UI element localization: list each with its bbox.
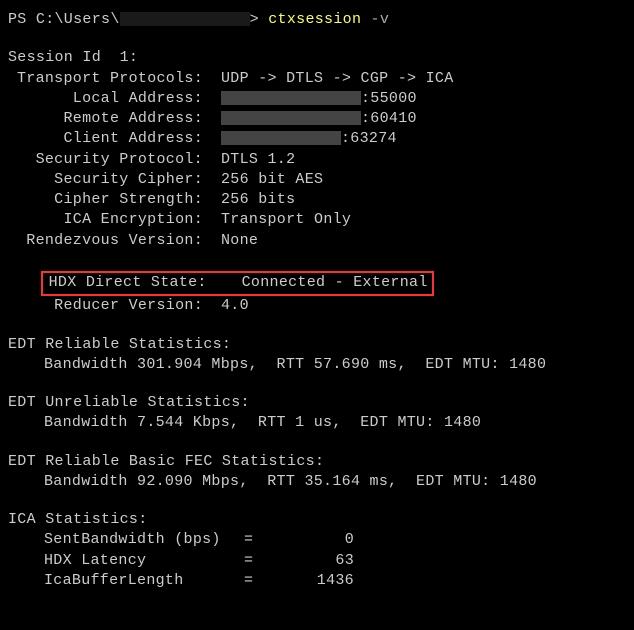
row-label: Remote Address: [8,109,203,129]
command-name: ctxsession [268,11,361,28]
port-value: :55000 [361,90,417,107]
row-label: Reducer Version: [8,296,203,316]
row-label: HDX Direct State: [49,273,224,293]
session-row: Transport Protocols:UDP -> DTLS -> CGP -… [8,69,626,89]
ps-prefix: PS C:\Users\ [8,11,120,28]
ica-stat-row: SentBandwidth (bps)=0 [8,530,626,550]
ica-title: ICA Statistics: [8,510,626,530]
session-row: Security Cipher:256 bit AES [8,170,626,190]
port-value: :63274 [341,130,397,147]
row-label: Local Address: [8,89,203,109]
prompt-carrot: > [250,11,269,28]
row-value: 256 bit AES [203,170,323,190]
session-id-header: Session Id 1: [8,48,626,68]
equals-sign: = [244,530,284,550]
ica-stat-row: HDX Latency=63 [8,551,626,571]
session-row: ICA Encryption:Transport Only [8,210,626,230]
row-value: :60410 [203,109,417,129]
stat-label: HDX Latency [44,551,244,571]
highlight-box: HDX Direct State:Connected - External [41,271,434,296]
stat-label: SentBandwidth (bps) [44,530,244,550]
stat-value: 0 [284,530,354,550]
stat-value: 63 [284,551,354,571]
row-value: 4.0 [203,296,249,316]
session-row: Security Protocol:DTLS 1.2 [8,150,626,170]
redacted-address [221,111,361,125]
row-value: :55000 [203,89,417,109]
command-prompt: PS C:\Users\ > ctxsession -v [8,10,626,30]
row-label: ICA Encryption: [8,210,203,230]
row-label: Security Cipher: [8,170,203,190]
row-label: Security Protocol: [8,150,203,170]
row-value: None [203,231,258,251]
edt-fec-title: EDT Reliable Basic FEC Statistics: [8,452,626,472]
edt-reliable-line: Bandwidth 301.904 Mbps, RTT 57.690 ms, E… [8,355,626,375]
redacted-username [120,12,250,26]
edt-fec-line: Bandwidth 92.090 Mbps, RTT 35.164 ms, ED… [8,472,626,492]
redacted-address [221,131,341,145]
session-row: Cipher Strength:256 bits [8,190,626,210]
command-flag: -v [361,11,389,28]
row-label: Rendezvous Version: [8,231,203,251]
equals-sign: = [244,571,284,591]
row-value: Transport Only [203,210,351,230]
port-value: :60410 [361,110,417,127]
stat-label: IcaBufferLength [44,571,244,591]
edt-unreliable-line: Bandwidth 7.544 Kbps, RTT 1 us, EDT MTU:… [8,413,626,433]
ica-stat-row: IcaBufferLength=1436 [8,571,626,591]
session-row: Remote Address: :60410 [8,109,626,129]
session-row: Reducer Version:4.0 [8,296,626,316]
row-label: Client Address: [8,129,203,149]
session-row: Rendezvous Version:None [8,231,626,251]
row-value: UDP -> DTLS -> CGP -> ICA [203,69,454,89]
equals-sign: = [244,551,284,571]
edt-reliable-title: EDT Reliable Statistics: [8,335,626,355]
row-value: DTLS 1.2 [203,150,295,170]
row-value: 256 bits [203,190,295,210]
session-row: Client Address: :63274 [8,129,626,149]
row-value: :63274 [203,129,397,149]
row-label: Transport Protocols: [8,69,203,89]
redacted-address [221,91,361,105]
hdx-direct-state-row: HDX Direct State:Connected - External [8,251,626,297]
stat-value: 1436 [284,571,354,591]
session-row: Local Address: :55000 [8,89,626,109]
row-label: Cipher Strength: [8,190,203,210]
edt-unreliable-title: EDT Unreliable Statistics: [8,393,626,413]
row-value: Connected - External [224,273,428,293]
